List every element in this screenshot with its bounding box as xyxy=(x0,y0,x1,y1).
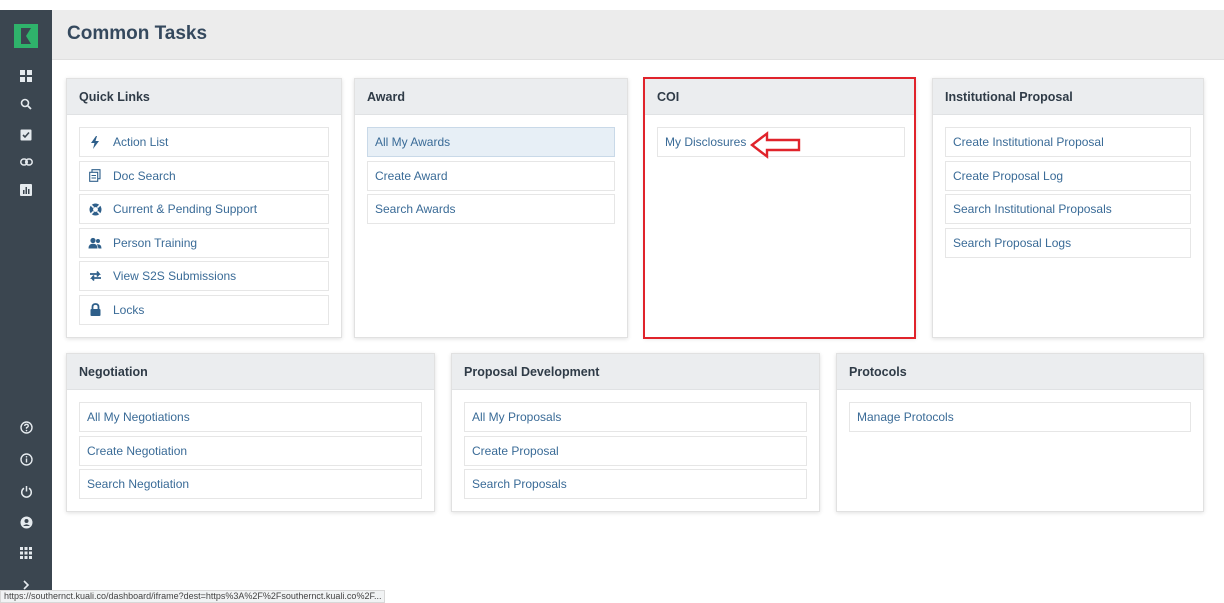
ip-link-label: Search Proposal Logs xyxy=(953,235,1072,250)
card-title: Protocols xyxy=(837,354,1203,390)
annotation-arrow-icon xyxy=(750,131,801,159)
negotiation-link-label: Search Negotiation xyxy=(87,477,190,491)
ip-link-search-proposal-logs[interactable]: Search Proposal Logs xyxy=(945,227,1191,258)
kuali-logo[interactable] xyxy=(14,24,38,48)
pd-link-label: Search Proposals xyxy=(472,477,567,491)
card-negotiation: Negotiation All My Negotiations Create N… xyxy=(66,353,435,512)
pd-link-label: All My Proposals xyxy=(472,410,562,424)
grid-icon[interactable] xyxy=(0,541,52,565)
negotiation-link-search-negotiation[interactable]: Search Negotiation xyxy=(79,469,422,499)
protocols-link-manage-protocols[interactable]: Manage Protocols xyxy=(849,402,1191,432)
award-link-create-award[interactable]: Create Award xyxy=(367,160,615,191)
award-link-search-awards[interactable]: Search Awards xyxy=(367,194,615,224)
lifebuoy-icon xyxy=(87,201,103,217)
lock-icon xyxy=(87,302,103,318)
ip-link-create-proposal-log[interactable]: Create Proposal Log xyxy=(945,160,1191,191)
card-title: COI xyxy=(645,79,915,115)
quick-link-current-pending-support[interactable]: Current & Pending Support xyxy=(79,194,329,224)
negotiation-link-label: Create Negotiation xyxy=(87,443,188,458)
negotiation-link-all-my-negotiations[interactable]: All My Negotiations xyxy=(79,402,422,432)
bar-chart-icon[interactable] xyxy=(0,178,52,202)
award-link-all-my-awards[interactable]: All My Awards xyxy=(367,127,615,157)
bolt-icon xyxy=(87,134,103,150)
coi-link-label: My Disclosures xyxy=(665,135,747,149)
quick-link-doc-search[interactable]: Doc Search xyxy=(79,160,329,191)
dashboard-icon[interactable] xyxy=(0,64,52,88)
pd-link-label: Create Proposal xyxy=(472,443,559,458)
card-quick-links: Quick Links Action List Doc Search Curre… xyxy=(66,78,342,338)
pd-link-all-my-proposals[interactable]: All My Proposals xyxy=(464,402,807,432)
search-icon[interactable] xyxy=(0,92,52,116)
card-award: Award All My Awards Create Award Search … xyxy=(354,78,628,338)
quick-link-label: Doc Search xyxy=(113,168,176,183)
card-protocols: Protocols Manage Protocols xyxy=(836,353,1204,512)
users-icon xyxy=(87,235,103,251)
card-title: Quick Links xyxy=(67,79,341,115)
quick-link-action-list[interactable]: Action List xyxy=(79,127,329,157)
clipboard-check-icon[interactable] xyxy=(0,122,52,146)
negotiation-link-label: All My Negotiations xyxy=(87,410,190,424)
award-link-label: All My Awards xyxy=(375,135,451,149)
card-title: Award xyxy=(355,79,627,115)
pd-link-create-proposal[interactable]: Create Proposal xyxy=(464,435,807,466)
card-title: Negotiation xyxy=(67,354,434,390)
page-header: Common Tasks xyxy=(52,10,1224,60)
link-icon[interactable] xyxy=(0,150,52,174)
pd-link-search-proposals[interactable]: Search Proposals xyxy=(464,469,807,499)
ip-link-label: Search Institutional Proposals xyxy=(953,202,1112,216)
info-icon[interactable] xyxy=(0,447,52,471)
quick-link-label: Action List xyxy=(113,135,169,149)
page-title: Common Tasks xyxy=(67,23,208,44)
help-icon[interactable] xyxy=(0,415,52,439)
quick-link-label: Locks xyxy=(113,302,145,317)
document-icon xyxy=(87,168,103,184)
award-link-label: Search Awards xyxy=(375,202,456,216)
ip-link-label: Create Institutional Proposal xyxy=(953,135,1104,149)
card-title: Proposal Development xyxy=(452,354,819,390)
swap-icon xyxy=(87,268,103,284)
card-coi: COI My Disclosures xyxy=(644,78,916,338)
power-icon[interactable] xyxy=(0,479,52,503)
ip-link-search-institutional-proposals[interactable]: Search Institutional Proposals xyxy=(945,194,1191,224)
card-institutional-proposal: Institutional Proposal Create Institutio… xyxy=(932,78,1204,338)
protocols-link-label: Manage Protocols xyxy=(857,410,954,424)
card-proposal-development: Proposal Development All My Proposals Cr… xyxy=(451,353,820,512)
negotiation-link-create-negotiation[interactable]: Create Negotiation xyxy=(79,435,422,466)
status-url: https://southernct.kuali.co/dashboard/if… xyxy=(0,590,386,603)
quick-link-view-s2s-submissions[interactable]: View S2S Submissions xyxy=(79,261,329,291)
card-title: Institutional Proposal xyxy=(933,79,1203,115)
nav-rail xyxy=(0,10,52,603)
award-link-label: Create Award xyxy=(375,168,448,183)
ip-link-label: Create Proposal Log xyxy=(953,168,1064,183)
ip-link-create-institutional-proposal[interactable]: Create Institutional Proposal xyxy=(945,127,1191,157)
quick-link-person-training[interactable]: Person Training xyxy=(79,227,329,258)
user-icon[interactable] xyxy=(0,510,52,534)
quick-link-label: Current & Pending Support xyxy=(113,202,258,216)
quick-link-label: Person Training xyxy=(113,235,198,250)
quick-link-locks[interactable]: Locks xyxy=(79,294,329,325)
quick-link-label: View S2S Submissions xyxy=(113,269,237,283)
